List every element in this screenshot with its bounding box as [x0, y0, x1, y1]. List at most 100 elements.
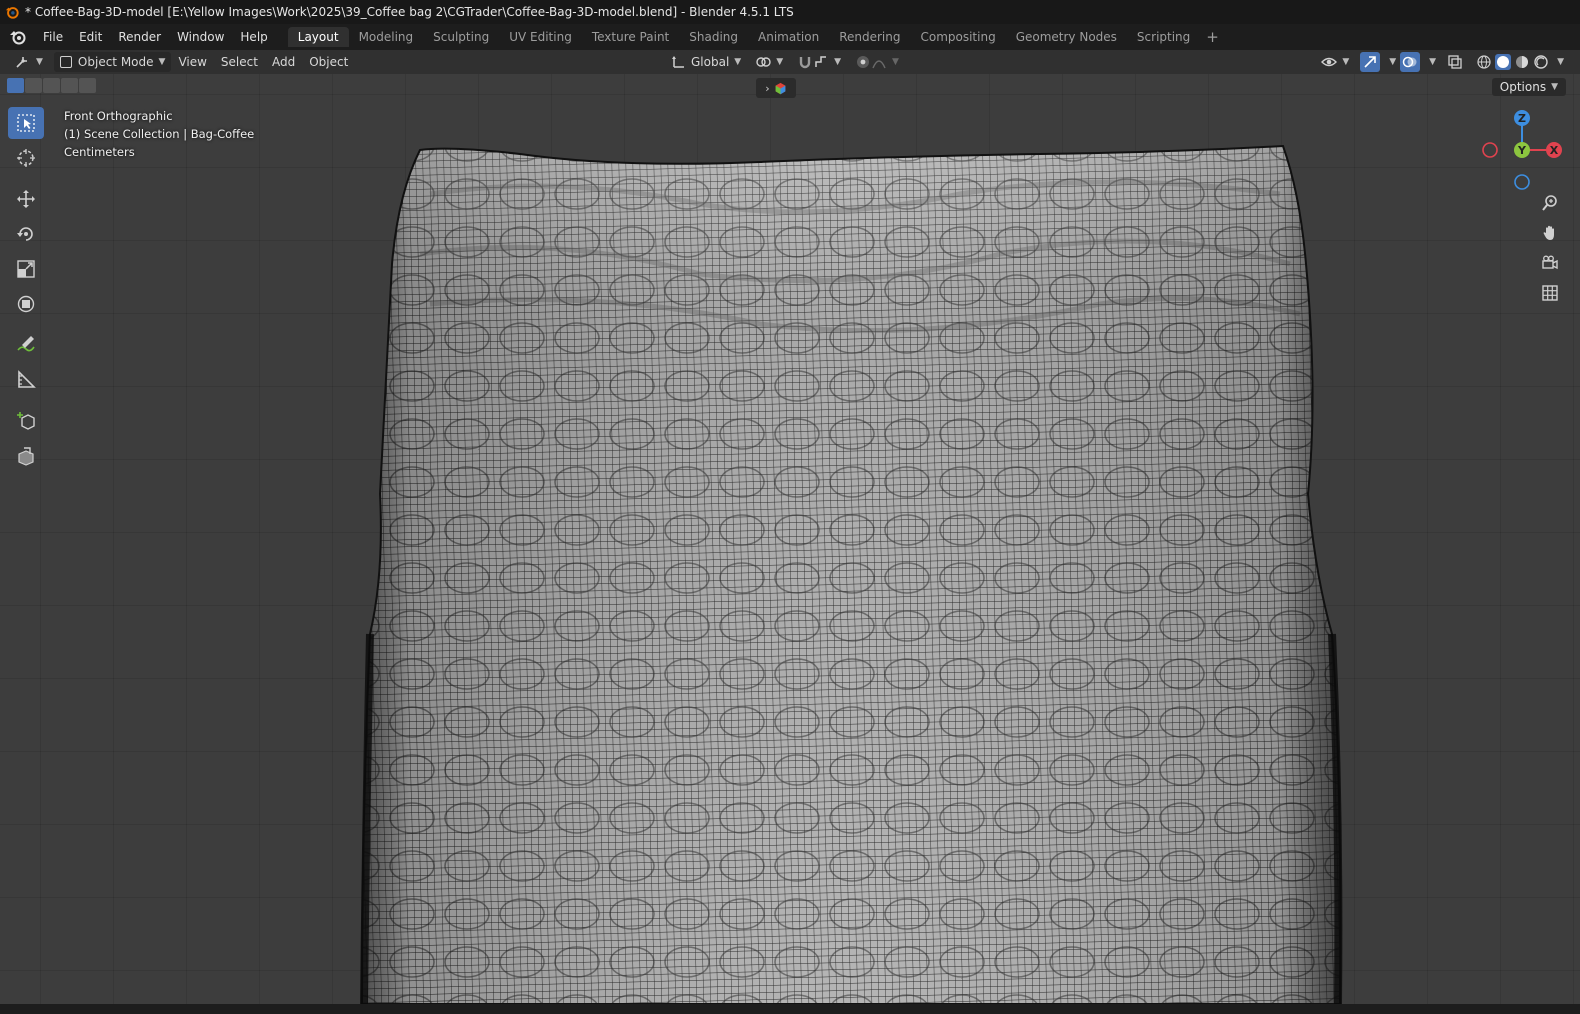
chevron-down-icon[interactable]: ▼	[1557, 57, 1564, 67]
mode-dropdown[interactable]: Object Mode ▼	[53, 52, 172, 72]
pivot-point-dropdown[interactable]: ▼	[748, 52, 790, 72]
tool-extrude[interactable]	[8, 440, 44, 472]
viewport-info-overlay: Front Orthographic (1) Scene Collection …	[64, 107, 254, 161]
material-shading-icon[interactable]	[1514, 54, 1530, 70]
overlays-icon	[1402, 56, 1417, 68]
neg-z-handle-icon[interactable]	[1514, 174, 1530, 190]
tab-sculpting[interactable]: Sculpting	[423, 27, 499, 47]
header-collapse-toggle[interactable]: ›	[756, 78, 796, 98]
editor-type-icon	[16, 57, 27, 68]
eye-icon	[1321, 57, 1338, 67]
menu-edit[interactable]: Edit	[71, 30, 110, 44]
tab-geometry-nodes[interactable]: Geometry Nodes	[1006, 27, 1127, 47]
tab-rendering[interactable]: Rendering	[829, 27, 910, 47]
tool-annotate[interactable]	[8, 329, 44, 361]
tool-scale[interactable]	[8, 253, 44, 285]
chevron-down-icon: ▼	[36, 57, 43, 67]
select-intersect-button[interactable]	[79, 78, 96, 93]
tab-uv-editing[interactable]: UV Editing	[499, 27, 582, 47]
blender-logo-icon	[5, 7, 19, 19]
menu-object[interactable]: Object	[302, 52, 355, 72]
select-subtract-button[interactable]	[43, 78, 60, 93]
menu-window[interactable]: Window	[169, 30, 232, 44]
rendered-shading-icon[interactable]	[1533, 54, 1549, 70]
chevron-down-icon: ▼	[734, 57, 742, 67]
tool-add-cube[interactable]	[8, 405, 44, 437]
viewport-display-tools: ▼ ▼ ▼ ▼	[1314, 50, 1566, 74]
tab-compositing[interactable]: Compositing	[910, 27, 1005, 47]
scale-icon	[17, 260, 35, 278]
proportional-edit-icon	[857, 56, 870, 68]
chevron-down-icon[interactable]: ▼	[1429, 57, 1436, 67]
collection-object-line: (1) Scene Collection | Bag-Coffee	[64, 127, 255, 141]
menu-render[interactable]: Render	[110, 30, 169, 44]
select-new-button[interactable]	[7, 78, 24, 93]
shading-modes: ▼	[1474, 52, 1566, 72]
tool-rotate[interactable]	[8, 218, 44, 250]
chevron-down-icon: ▼	[1551, 82, 1558, 92]
workspace-tabs: Layout Modeling Sculpting UV Editing Tex…	[287, 27, 1225, 47]
blender-menu-icon[interactable]	[9, 28, 27, 46]
menu-file[interactable]: File	[35, 30, 71, 44]
collection-color-icon	[775, 82, 786, 94]
tab-layout[interactable]: Layout	[287, 27, 349, 47]
rotate-icon	[17, 227, 33, 241]
neg-x-handle-icon[interactable]	[1482, 142, 1498, 158]
magnet-icon	[799, 57, 811, 69]
menu-add[interactable]: Add	[265, 52, 302, 72]
tab-animation[interactable]: Animation	[748, 27, 829, 47]
options-dropdown[interactable]: Options ▼	[1491, 78, 1566, 96]
solid-shading-icon[interactable]	[1495, 54, 1512, 70]
chevron-down-icon: ▼	[776, 57, 784, 67]
chevron-down-icon: ▼	[1342, 57, 1350, 67]
zoom-button[interactable]	[1536, 190, 1564, 216]
add-cube-icon	[17, 412, 35, 430]
gizmo-icon	[1364, 56, 1377, 68]
tool-measure[interactable]	[8, 364, 44, 396]
tab-shading[interactable]: Shading	[679, 27, 748, 47]
chevron-down-icon: ▼	[834, 57, 842, 67]
annotate-icon	[17, 336, 35, 352]
wireframe-shading-icon[interactable]	[1476, 54, 1492, 70]
transform-tools: Global ▼ ▼ ▼ ▼	[663, 50, 906, 74]
tab-scripting[interactable]: Scripting	[1127, 27, 1200, 47]
units-label: Centimeters	[64, 145, 135, 159]
xray-toggle[interactable]	[1440, 52, 1470, 72]
pan-button[interactable]	[1536, 220, 1564, 246]
move-icon	[17, 190, 35, 208]
tool-move[interactable]	[8, 183, 44, 215]
options-label: Options	[1499, 80, 1547, 94]
orientation-label: Global	[691, 55, 730, 69]
tab-modeling[interactable]: Modeling	[349, 27, 424, 47]
window-title: * Coffee-Bag-3D-model [E:\Yellow Images\…	[25, 5, 794, 19]
menu-help[interactable]: Help	[232, 30, 275, 44]
perspective-toggle-button[interactable]	[1536, 280, 1564, 306]
overlays-toggle[interactable]	[1400, 52, 1421, 72]
transform-icon	[17, 295, 35, 313]
select-invert-button[interactable]	[61, 78, 78, 93]
grid-icon	[1542, 285, 1558, 301]
tool-select-box[interactable]	[8, 107, 44, 139]
snap-toggle[interactable]: ▼	[790, 52, 848, 72]
tool-transform[interactable]	[8, 288, 44, 320]
camera-view-button[interactable]	[1536, 250, 1564, 276]
3d-viewport[interactable]: › Front Orthographic (1) Scene Collectio…	[0, 74, 1580, 1004]
chevron-down-icon[interactable]: ▼	[1389, 57, 1396, 67]
menu-select[interactable]: Select	[214, 52, 265, 72]
transform-orientation-dropdown[interactable]: Global ▼	[663, 52, 748, 72]
select-extend-button[interactable]	[25, 78, 42, 93]
tool-cursor[interactable]	[8, 142, 44, 174]
x-axis-label: X	[1550, 144, 1559, 157]
menu-view[interactable]: View	[171, 52, 213, 72]
visibility-dropdown[interactable]: ▼	[1314, 52, 1356, 72]
gizmo-toggle[interactable]	[1360, 52, 1381, 72]
viewport-header: ▼ Object Mode ▼ View Select Add Object G…	[0, 50, 1580, 74]
status-bar	[0, 1004, 1580, 1014]
navigation-gizmo[interactable]: X Z Y	[1478, 102, 1568, 192]
editor-type-button[interactable]: ▼	[8, 52, 50, 72]
proportional-edit-toggle[interactable]: ▼	[848, 52, 906, 72]
coffee-bag-mesh[interactable]	[0, 74, 1580, 1004]
tab-texture-paint[interactable]: Texture Paint	[582, 27, 679, 47]
add-workspace-button[interactable]: +	[1200, 28, 1225, 46]
z-axis-label: Z	[1518, 112, 1526, 125]
